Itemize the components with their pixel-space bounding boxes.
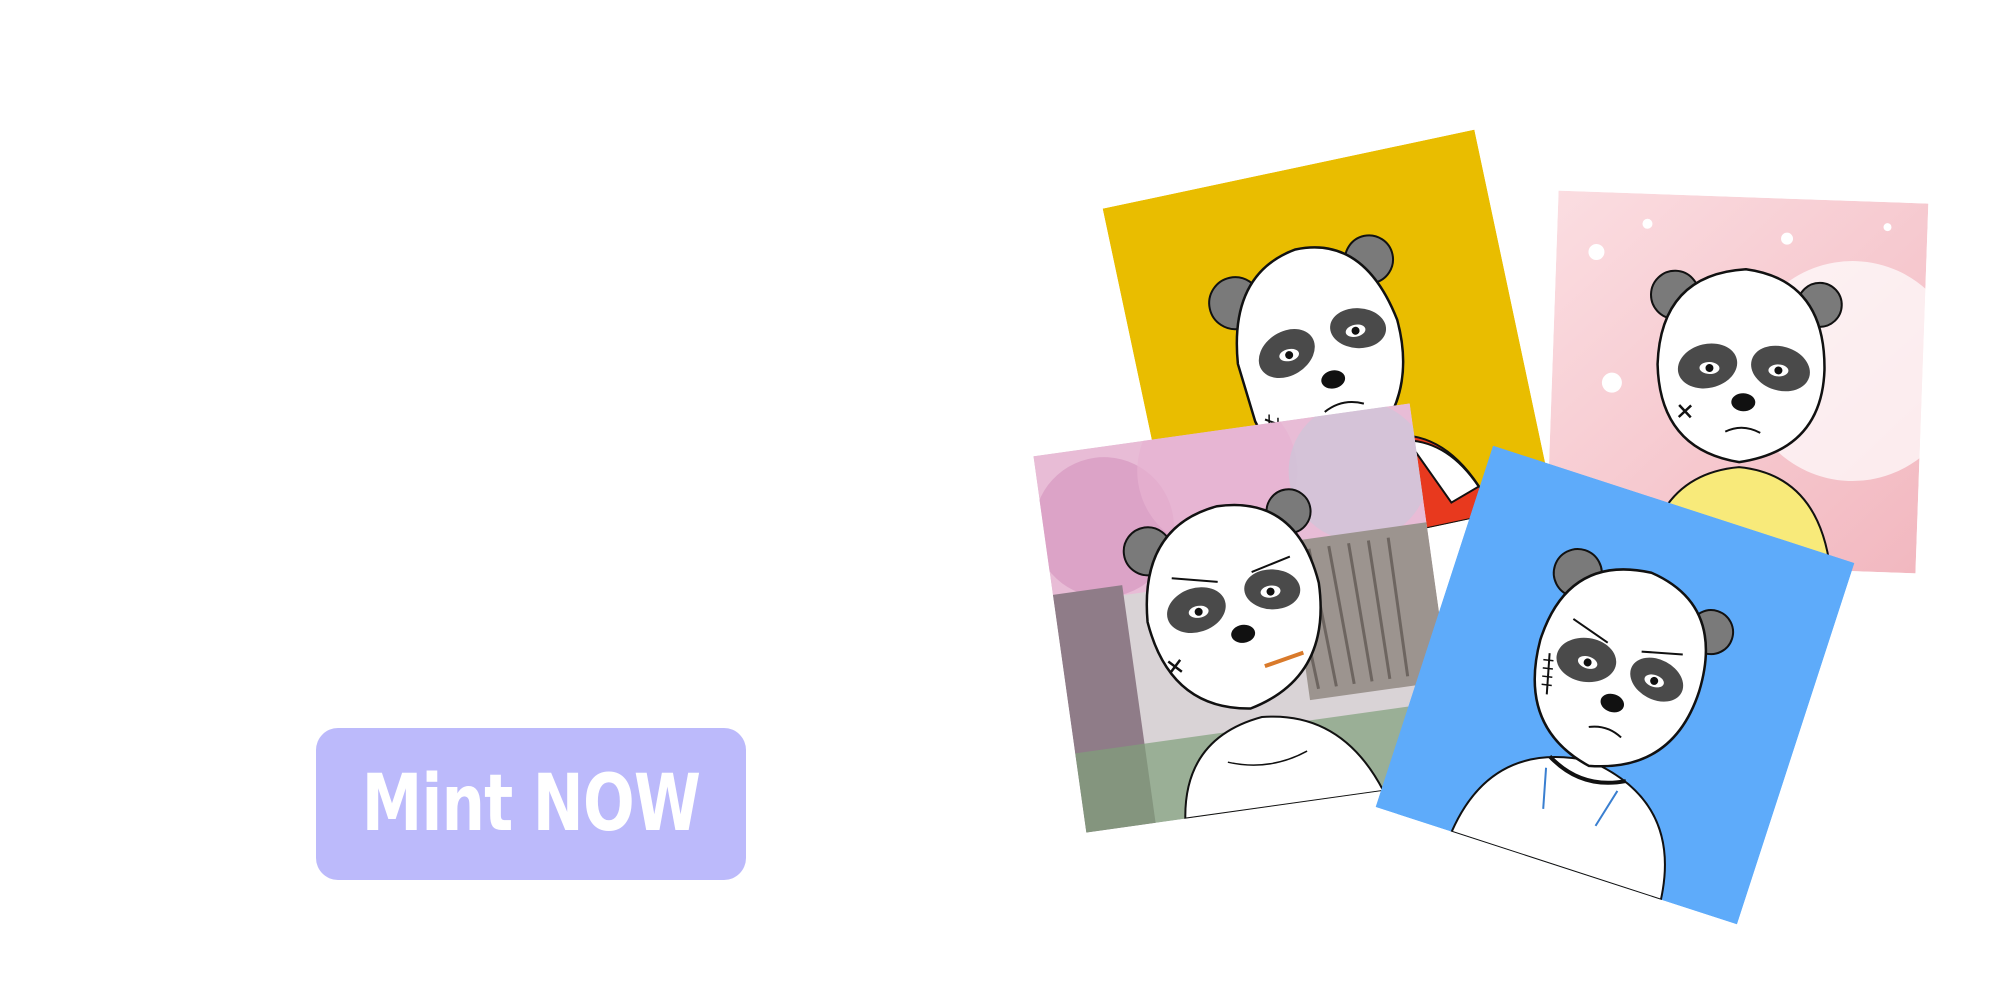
mint-now-label: Mint NOW bbox=[361, 759, 701, 849]
mint-now-button[interactable]: Mint NOW bbox=[316, 728, 746, 880]
